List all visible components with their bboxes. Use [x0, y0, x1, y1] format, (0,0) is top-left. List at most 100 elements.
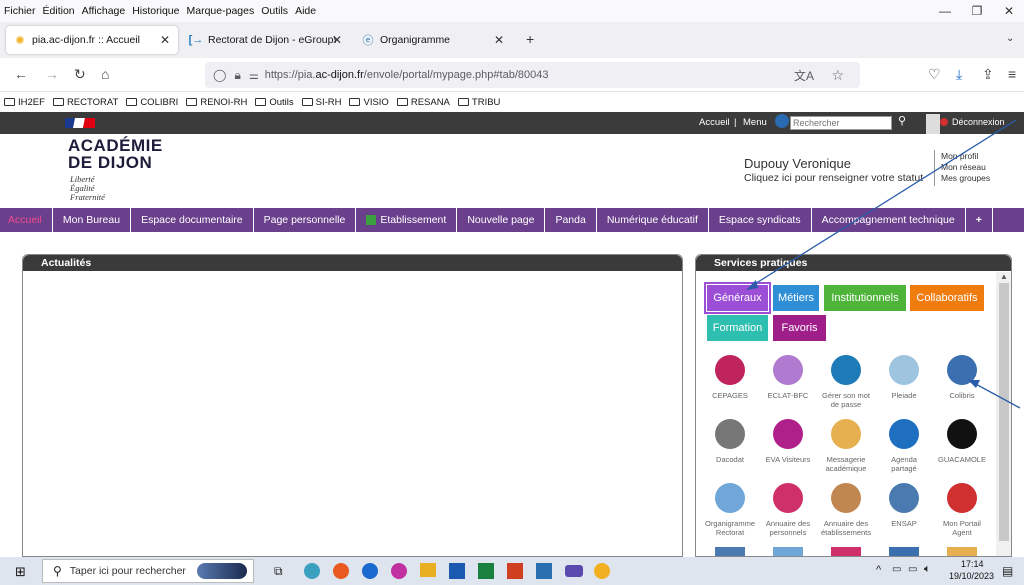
- tray-chevron-icon[interactable]: ^: [876, 564, 881, 576]
- tray-network-icon[interactable]: ▭: [892, 564, 901, 575]
- bookmark-resana[interactable]: RESANA: [396, 97, 450, 108]
- service-item[interactable]: Mon Portail Agent: [936, 483, 988, 537]
- scroll-up-icon[interactable]: ▲: [996, 272, 1011, 281]
- menu-historique[interactable]: Historique: [132, 5, 179, 17]
- menu-aide[interactable]: Aide: [295, 5, 316, 17]
- volume-icon[interactable]: 🔈︎: [924, 563, 931, 576]
- menu-affichage[interactable]: Affichage: [82, 5, 126, 17]
- powerpoint-icon[interactable]: [507, 563, 523, 579]
- nav-panda[interactable]: Panda: [545, 208, 597, 232]
- bookmark-outils[interactable]: Outils: [255, 97, 294, 108]
- menu-outils[interactable]: Outils: [261, 5, 288, 17]
- nav-espace-syndicats[interactable]: Espace syndicats: [709, 208, 812, 232]
- service-item[interactable]: Organigramme Rectorat: [704, 483, 756, 537]
- tab-accueil[interactable]: ✺ pia.ac-dijon.fr :: Accueil ✕: [6, 26, 178, 54]
- logout-link[interactable]: Déconnexion: [952, 117, 1005, 127]
- tab-organigramme[interactable]: ⓔ Organigramme ✕: [354, 26, 512, 54]
- bookmark-si-rh[interactable]: SI-RH: [301, 97, 341, 108]
- category-generaux[interactable]: Généraux: [704, 282, 771, 314]
- service-item[interactable]: Pleiade: [878, 355, 930, 400]
- category-formation[interactable]: Formation: [707, 315, 768, 341]
- firefox-icon[interactable]: [333, 563, 349, 579]
- star-icon[interactable]: ☆: [831, 67, 844, 84]
- services-scrollbar[interactable]: ▲: [996, 272, 1011, 556]
- tab-list-chevron-icon[interactable]: ⌄: [1006, 33, 1014, 44]
- bookmark-renoi-rh[interactable]: RENOI-RH: [186, 97, 247, 108]
- word-icon[interactable]: [449, 563, 465, 579]
- pocket-icon[interactable]: ♡: [928, 66, 941, 83]
- bookmark-tribu[interactable]: TRIBU: [457, 97, 500, 108]
- service-item[interactable]: Colibris: [936, 355, 988, 400]
- groups-link[interactable]: Mes groupes: [941, 173, 990, 184]
- reload-icon[interactable]: ↻: [74, 66, 86, 83]
- close-tab-icon[interactable]: ✕: [332, 33, 342, 47]
- service-item[interactable]: Dacodat: [704, 419, 756, 464]
- category-favoris[interactable]: Favoris: [773, 315, 826, 341]
- close-tab-icon[interactable]: ✕: [494, 33, 504, 47]
- close-tab-icon[interactable]: ✕: [160, 33, 170, 47]
- nav-page-personnelle[interactable]: Page personnelle: [254, 208, 357, 232]
- download-icon[interactable]: ⤓: [956, 66, 962, 83]
- tray-display-icon[interactable]: ▭: [908, 564, 917, 575]
- scroll-thumb[interactable]: [999, 283, 1009, 541]
- task-view-icon[interactable]: ⧉: [274, 564, 283, 579]
- service-icon-partial[interactable]: [773, 547, 803, 556]
- service-item[interactable]: ECLAT-BFC: [762, 355, 814, 400]
- category-collaboratifs[interactable]: Collaboratifs: [910, 285, 984, 311]
- bookmark-ih2ef[interactable]: IH2EF: [4, 97, 45, 108]
- service-icon-partial[interactable]: [947, 547, 977, 556]
- close-window-icon[interactable]: ✕: [994, 0, 1024, 22]
- service-item[interactable]: Messagerie académique: [820, 419, 872, 473]
- service-item[interactable]: GUACAMOLE: [936, 419, 988, 464]
- tab-rectorat[interactable]: [→ Rectorat de Dijon - eGroupWare ✕: [182, 26, 350, 54]
- home-icon[interactable]: ⌂: [101, 66, 109, 82]
- topstrip-menu-link[interactable]: Menu: [743, 117, 767, 128]
- service-item[interactable]: Annuaire des personnels: [762, 483, 814, 537]
- maximize-icon[interactable]: ❐: [962, 0, 992, 22]
- service-item[interactable]: Agenda partagé: [878, 419, 930, 473]
- service-icon-partial[interactable]: [889, 547, 919, 556]
- notification-icon[interactable]: ▤: [1002, 564, 1013, 578]
- back-icon[interactable]: ←: [14, 66, 28, 82]
- taskbar-search-box[interactable]: ⚲ Taper ici pour rechercher: [42, 559, 254, 583]
- nav-mon-bureau[interactable]: Mon Bureau: [53, 208, 132, 232]
- user-status-hint[interactable]: Cliquez ici pour renseigner votre statut: [744, 172, 923, 184]
- bookmark-colibri[interactable]: COLIBRI: [126, 97, 178, 108]
- new-tab-icon[interactable]: +: [526, 31, 534, 47]
- portal-search-input[interactable]: [790, 116, 892, 130]
- menu-edition[interactable]: Édition: [43, 5, 75, 17]
- service-item[interactable]: Gérer son mot de passe: [820, 355, 872, 409]
- share-icon[interactable]: ⇪: [982, 66, 994, 83]
- nav-accueil[interactable]: Accueil: [0, 208, 53, 232]
- nav-numerique-educatif[interactable]: Numérique éducatif: [597, 208, 709, 232]
- minimize-icon[interactable]: —: [930, 0, 960, 22]
- nav-espace-documentaire[interactable]: Espace documentaire: [131, 208, 254, 232]
- translate-icon[interactable]: 文A: [794, 67, 814, 84]
- bookmark-rectorat[interactable]: RECTORAT: [52, 97, 118, 108]
- chrome-icon[interactable]: [594, 563, 610, 579]
- category-institutionnels[interactable]: Institutionnels: [824, 285, 906, 311]
- taskbar-app-icon-2[interactable]: [565, 565, 583, 577]
- menu-marque-pages[interactable]: Marque-pages: [187, 5, 255, 17]
- service-icon-partial[interactable]: [715, 547, 745, 556]
- clock-time[interactable]: 17:14: [961, 559, 984, 569]
- nav-nouvelle-page[interactable]: Nouvelle page: [457, 208, 546, 232]
- forward-icon[interactable]: →: [45, 66, 59, 82]
- profile-link[interactable]: Mon profil: [941, 151, 978, 162]
- taskbar-app-icon-1[interactable]: [304, 563, 320, 579]
- user-name[interactable]: Dupouy Veronique: [744, 156, 851, 171]
- service-item[interactable]: ENSAP: [878, 483, 930, 528]
- file-explorer-icon[interactable]: [420, 563, 436, 577]
- nav-accompagnement-technique[interactable]: Accompagnement technique: [812, 208, 966, 232]
- magnifier-icon[interactable]: ⚲: [898, 114, 906, 127]
- calculator-icon[interactable]: [536, 563, 552, 579]
- thunderbird-icon[interactable]: [362, 563, 378, 579]
- network-link[interactable]: Mon réseau: [941, 162, 986, 173]
- app-menu-icon[interactable]: ≡: [1008, 66, 1016, 82]
- windows-start-icon[interactable]: ⊞: [15, 564, 26, 580]
- bookmark-visio[interactable]: VISIO: [349, 97, 389, 108]
- category-metiers[interactable]: Métiers: [773, 285, 819, 311]
- nav-add-tab[interactable]: +: [966, 208, 993, 232]
- excel-icon[interactable]: [478, 563, 494, 579]
- service-item[interactable]: CEPAGES: [704, 355, 756, 400]
